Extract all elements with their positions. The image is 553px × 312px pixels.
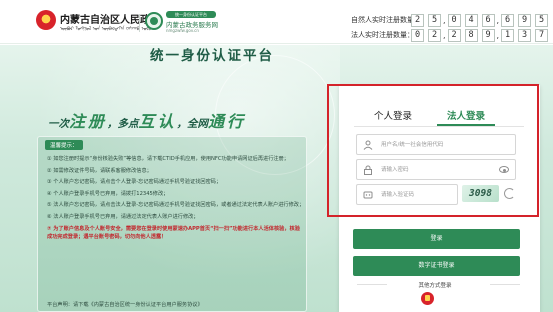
header-divider [139,14,140,32]
counter-digit: 0 [447,13,461,27]
notice-item: ② 如需修改证件号码，请联系客服修改信息； [47,167,152,174]
person-register-counter: 自然人实时注册数量： 25,046,695 [351,13,552,27]
slogan-keyword: 互认 [138,112,177,131]
notice-item: ⑤ 法人账户忘记密码，请点击法人登录-忘记密码通过手机号验证找回密码，或者通过法… [47,202,305,209]
refresh-captcha-icon[interactable] [504,188,515,199]
service-domain: nmgzwfw.gov.cn [166,28,199,33]
slogan-text: 一次 [48,118,69,130]
notice-title: 温馨提示： [45,140,83,150]
notice-item: ⑥ 法人账户登录手机号已弃用，请通过法定代表人账户进行修改； [47,213,199,220]
counter-digit: 2 [411,13,424,27]
tab-divider [354,126,524,127]
counter-digit: 9 [481,28,495,42]
tab-legal-login[interactable]: 法人登录 [447,108,485,122]
tab-personal-login[interactable]: 个人登录 [374,108,412,122]
notice-box: 温馨提示： ① 如您注册时提示“身份核验失败”等信息，请下载CTID手机应用，使… [37,136,307,312]
slogan-text: ，全网 [176,118,209,130]
counter-digit: 6 [501,13,515,27]
counter-digit: 6 [481,13,495,27]
active-tab-indicator [437,124,495,126]
service-badge: 统一身份认证平台 [166,11,216,18]
password-field[interactable]: 请输入密码 [356,159,516,180]
username-field[interactable]: 用户名/统一社会信用代码 [356,134,516,155]
notice-warning-item: ⑦ 为了账户信息及个人账号安全，需要您在登录时使用蒙速办APP首页“扫一扫”功能… [47,225,300,241]
captcha-icon [363,191,373,199]
counter-digit: 2 [447,28,461,42]
notice-list: ① 如您注册时提示“身份核验失败”等信息，请下载CTID手机应用，使用NFC功能… [47,155,305,245]
person-counter-label: 自然人实时注册数量： [351,16,421,24]
counter-digit: 5 [428,13,441,27]
lock-icon [364,165,372,175]
site-header: 内蒙古自治区人民政府 ᠥᠪᠦᠷ ᠮᠣᠩᠭᠣᠯ ᠤᠨ ᠥᠪᠡᠷᠲᠡᠭᠡᠨ ᠵᠠᠰᠠ… [0,0,553,44]
notice-item: ④ 个人账户登录手机号已弃用，请拨打12345修改； [47,190,169,197]
counter-digit: 5 [535,13,549,27]
national-emblem-icon [36,10,56,30]
other-login-methods-label: 其他方式登录 [418,283,452,289]
counter-digit: 2 [428,28,441,42]
mengsuban-app-login-icon[interactable] [421,292,434,305]
counter-digit: 8 [464,28,478,42]
slogan-keyword: 通行 [208,112,247,131]
digit-separator: , [496,15,500,25]
counter-digit: 0 [411,28,424,42]
captcha-field[interactable]: 请输入验证码 [356,184,458,205]
hero-slogan: 一次注册，多点互认，全网通行 [48,108,246,132]
login-button[interactable]: 登录 [353,229,520,249]
captcha-placeholder: 请输入验证码 [381,192,415,198]
digit-separator: , [443,30,446,40]
person-counter-digits: 25,046,695 [411,13,552,27]
hero-title: 统一身份认证平台 [150,48,274,64]
slogan-text: ，多点 [107,118,139,130]
other-methods-divider-right [490,284,520,285]
counter-digit: 3 [518,28,532,42]
digital-certificate-login-button[interactable]: 数字证书登录 [353,256,520,276]
counter-digit: 1 [501,28,515,42]
notice-item: ① 如您注册时提示“身份核验失败”等信息，请下载CTID手机应用，使用NFC功能… [47,156,289,162]
show-password-eye-icon[interactable] [499,166,509,173]
counter-digit: 9 [518,13,532,27]
password-placeholder: 请输入密码 [381,167,409,173]
username-placeholder: 用户名/统一社会信用代码 [381,142,444,148]
counter-digit: 7 [535,28,549,42]
legal-register-counter: 法人实时注册数量： 02,289,137 [351,28,552,42]
legal-counter-digits: 02,289,137 [411,28,552,42]
legal-counter-label: 法人实时注册数量： [351,31,414,39]
notice-item: ③ 个人账户忘记密码，请点击个人登录-忘记密码通过手机号验证找回密码； [47,179,222,186]
counter-digit: 4 [464,13,478,27]
captcha-image[interactable]: 3098 [462,185,499,202]
service-logo-icon [145,12,163,30]
user-icon [363,140,373,150]
digit-separator: , [496,30,500,40]
slogan-keyword: 注册 [69,112,108,131]
digit-separator: , [443,15,446,25]
notice-footer: 平台声明：请下载《内蒙古自治区统一身份认证平台用户服务协议》 [47,302,203,308]
